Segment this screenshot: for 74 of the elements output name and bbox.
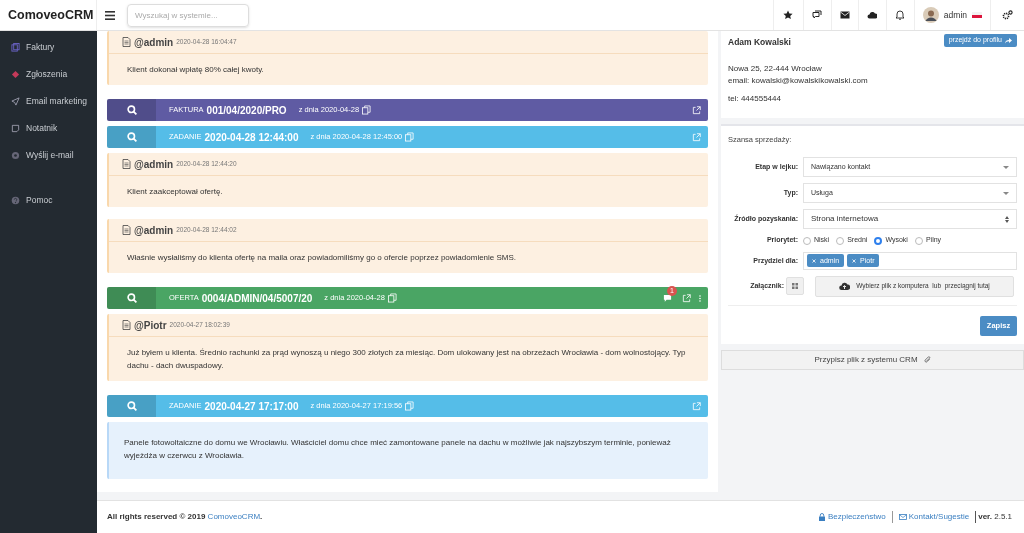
document-icon xyxy=(122,37,131,47)
ticket-icon xyxy=(11,70,20,79)
note-text: Właśnie wysłaliśmy do klienta ofertę na maila oraz powiadomiliśmy go o ofercie poprzez powiadomienie SMS. xyxy=(126,252,518,264)
sidebar-item[interactable]: Zgłoszenia xyxy=(0,61,97,88)
footer-link[interactable]: Kontakt/Sugestie xyxy=(891,511,976,523)
envelope-icon[interactable] xyxy=(839,10,850,20)
sidebar-item[interactable]: Faktury xyxy=(0,34,97,61)
search-icon xyxy=(126,132,137,142)
envelope-icon xyxy=(898,513,907,521)
star-icon[interactable] xyxy=(783,10,794,20)
external-link-icon[interactable] xyxy=(692,105,701,115)
radio-button[interactable] xyxy=(836,236,845,245)
comments-icon[interactable] xyxy=(812,10,823,20)
assign-file-button[interactable]: Przypisz plik z systemu CRM xyxy=(721,349,1024,370)
user-name[interactable]: admin xyxy=(943,8,967,22)
note-author: @admin xyxy=(134,35,174,50)
invoice-icon xyxy=(11,43,20,52)
document-icon xyxy=(122,320,131,330)
select-field[interactable]: Strona internetowa xyxy=(803,209,1017,230)
contact-phone: tel: 444555444 xyxy=(728,92,782,105)
sidebar-item[interactable]: Pomoc xyxy=(0,187,97,214)
caret-icon xyxy=(1003,191,1009,195)
comment-icon[interactable] xyxy=(663,293,672,303)
qr-button[interactable] xyxy=(786,277,804,296)
remove-icon[interactable] xyxy=(812,258,816,263)
grid-icon xyxy=(792,283,798,290)
contact-name: Adam Kowalski xyxy=(728,36,791,49)
note-author: @Piotr xyxy=(134,318,167,333)
cloud-icon[interactable] xyxy=(867,10,878,20)
rocket-icon xyxy=(11,97,20,106)
bell-icon[interactable] xyxy=(895,10,906,20)
brand-logo[interactable]: ComoveoCRM xyxy=(8,5,94,25)
cloud-upload-icon xyxy=(839,282,851,291)
share-icon xyxy=(1004,37,1012,44)
avatar-icon[interactable] xyxy=(922,7,939,23)
radio-button[interactable] xyxy=(914,236,923,245)
menu-icon[interactable] xyxy=(105,10,115,20)
flag-icon xyxy=(972,12,982,18)
copy-icon[interactable] xyxy=(362,105,372,115)
contact-email: email: kowalski@kowalskikowalski.com xyxy=(728,74,869,87)
note-text: Klient dokonał wpłatę 80% całej kwoty. xyxy=(126,64,265,76)
note-icon xyxy=(11,124,20,133)
search-button[interactable] xyxy=(107,287,156,309)
copy-icon[interactable] xyxy=(387,293,397,303)
document-icon xyxy=(122,225,131,235)
copyright-text: All rights reserved © 2019 ComoveoCRM. xyxy=(107,511,263,523)
settings-icon[interactable] xyxy=(1002,10,1013,20)
document-icon xyxy=(122,159,131,169)
note-author: @admin xyxy=(134,157,174,172)
external-link-icon[interactable] xyxy=(682,293,691,303)
sort-icon xyxy=(1005,215,1009,223)
version-text: ver. 2.5.1 xyxy=(975,511,1012,523)
description-text: Panele fotowoltaiczne do domu we Wrocławiu. Właściciel domu chce mieć zamontowane panele na dachu w możliwie jak najszybszym terminie, ponieważ wyjeżdża w czerwcu z Wrocławia. xyxy=(107,422,708,479)
search-field[interactable]: Wyszukaj w systemie... xyxy=(127,3,249,27)
contact-address: Nowa 25, 22-444 Wrocław xyxy=(728,62,823,75)
footer-link[interactable]: Bezpieczeństwo xyxy=(811,511,892,523)
sidebar-item[interactable]: Wyślij e-mail xyxy=(0,142,97,169)
note-author: @admin xyxy=(134,223,174,238)
search-button[interactable] xyxy=(107,99,156,121)
record-number[interactable]: 001/04/2020/PRO xyxy=(206,102,287,118)
radio-button[interactable] xyxy=(803,236,811,245)
search-icon xyxy=(126,293,137,303)
sidebar-item[interactable]: Email marketing xyxy=(0,88,97,115)
remove-icon[interactable] xyxy=(852,258,857,263)
caret-icon xyxy=(1003,165,1009,169)
search-icon xyxy=(126,105,137,115)
paperclip-icon xyxy=(923,356,931,364)
lock-icon xyxy=(817,513,826,521)
help-icon xyxy=(11,196,20,205)
note-text: Już byłem u klienta. Średnio rachunki za prąd wynoszą u niego 300 złotych za miesiąc. Dom ulokowany jest na obrzeżach Wrocławia - dom wolnostojący. Typ dachu - dach dwuspadowy. xyxy=(126,347,687,372)
note-text: Klient zaakceptował ofertę. xyxy=(126,186,224,198)
sidebar-item[interactable]: Notatnik xyxy=(0,115,97,142)
radio-button[interactable] xyxy=(874,236,883,245)
search-icon xyxy=(126,401,137,411)
